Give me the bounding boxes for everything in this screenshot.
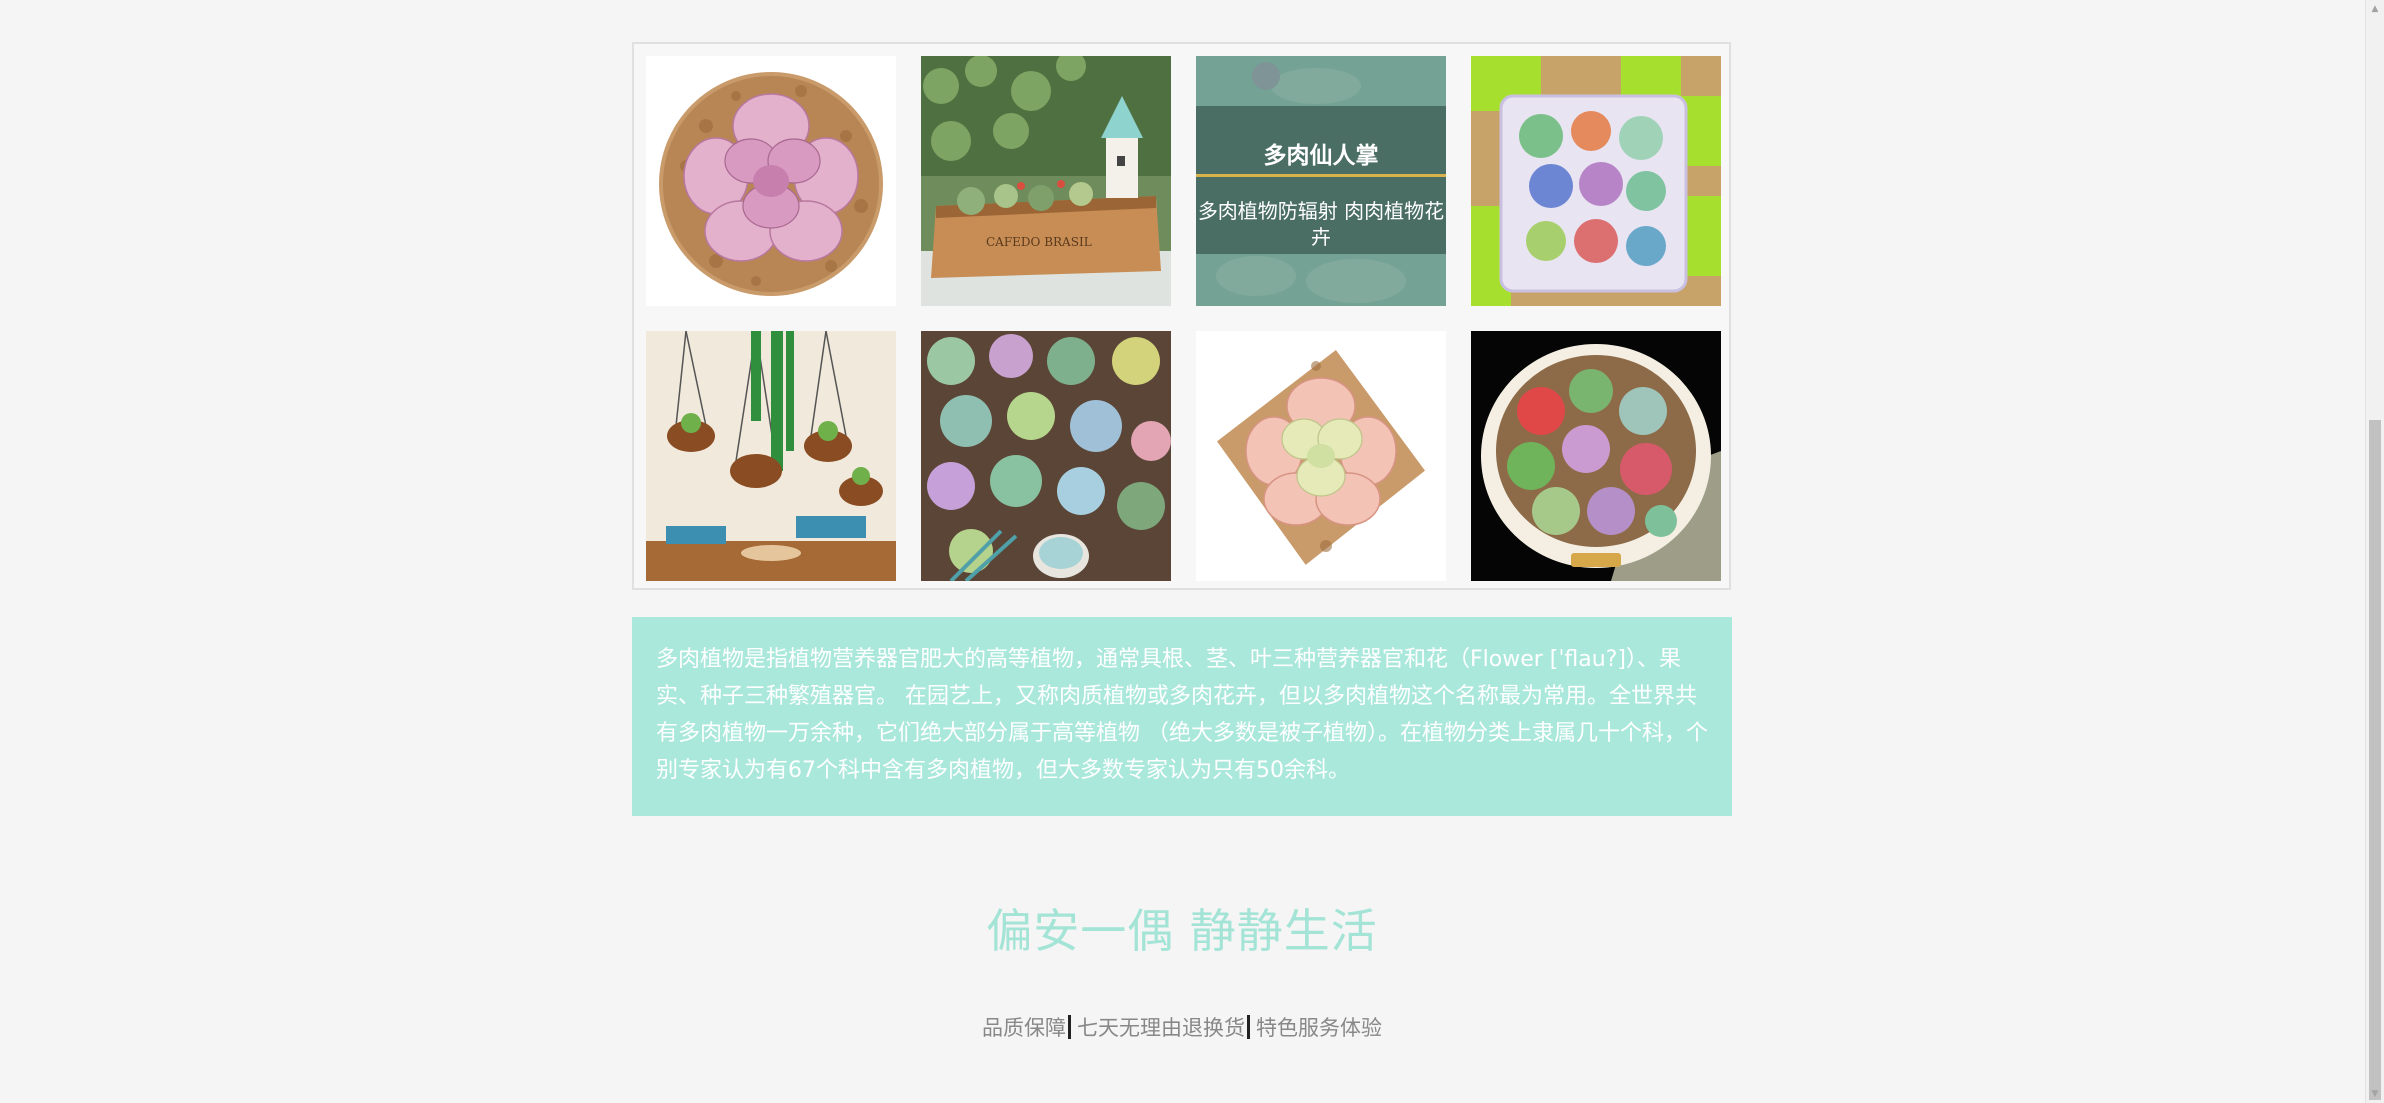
description-text: 多肉植物是指植物营养器官肥大的高等植物，通常具根、茎、叶三种营养器官和花（Flo…	[656, 647, 1708, 783]
description-panel: 多肉植物是指植物营养器官肥大的高等植物，通常具根、茎、叶三种营养器官和花（Flo…	[632, 617, 1732, 816]
scrollbar-thumb[interactable]	[2369, 420, 2381, 1100]
card-overlay-divider	[1196, 174, 1446, 177]
footer-links: 品质保障 七天无理由退换货 特色服务体验	[0, 1012, 2364, 1042]
gallery-item-round-bowl[interactable]	[1471, 331, 1721, 581]
gallery-item-pink-succulent[interactable]	[646, 56, 896, 306]
slogan-heading: 偏安一偶 静静生活	[986, 904, 1378, 958]
svg-text:CAFEDO BRASIL: CAFEDO BRASIL	[986, 235, 1092, 249]
green-pots-image	[1471, 56, 1721, 306]
gallery-item-peach-succulent[interactable]	[1196, 331, 1446, 581]
peach-succulent-image	[1196, 331, 1446, 581]
gallery-item-wooden-planter[interactable]: CAFEDO BRASIL	[921, 56, 1171, 306]
wooden-planter-image: CAFEDO BRASIL	[921, 56, 1171, 306]
card-overlay-subtitle: 多肉植物防辐射 肉肉植物花卉	[1197, 199, 1445, 249]
succulent-collection-image	[921, 331, 1171, 581]
footer-separator	[1068, 1015, 1071, 1039]
vertical-scrollbar[interactable]: ▲ ▼	[2365, 0, 2384, 1103]
gallery-item-hanging-pots[interactable]	[646, 331, 896, 581]
gallery-item-succulent-card[interactable]: 多肉仙人掌 多肉植物防辐射 肉肉植物花卉	[1196, 56, 1446, 306]
footer-link-returns[interactable]: 七天无理由退换货	[1077, 1016, 1245, 1040]
scroll-up-icon[interactable]: ▲	[2366, 2, 2384, 16]
gallery-item-green-pots[interactable]	[1471, 56, 1721, 306]
round-bowl-image	[1471, 331, 1721, 581]
scroll-down-icon[interactable]: ▼	[2366, 1087, 2384, 1101]
gallery-item-succulent-collection[interactable]	[921, 331, 1171, 581]
footer-link-quality[interactable]: 品质保障	[982, 1016, 1066, 1040]
pink-succulent-image	[646, 56, 896, 306]
card-overlay-title: 多肉仙人掌	[1263, 143, 1379, 169]
page: CAFEDO BRASIL 多肉仙人掌 多肉植物防辐射 肉肉植物花卉 多肉植物是…	[0, 0, 2384, 1103]
footer-link-service[interactable]: 特色服务体验	[1256, 1016, 1382, 1040]
footer-separator	[1247, 1015, 1250, 1039]
hanging-pots-image	[646, 331, 896, 581]
product-gallery: CAFEDO BRASIL 多肉仙人掌 多肉植物防辐射 肉肉植物花卉	[632, 42, 1731, 590]
